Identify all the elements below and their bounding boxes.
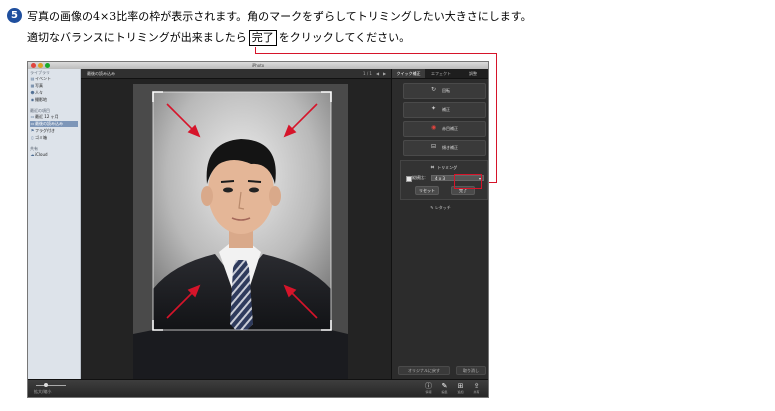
instruction-line-1: 写真の画像の4×3比率の枠が表示されます。角のマークをずらしてトリミングしたい大… <box>27 10 532 23</box>
retouch-button[interactable]: ✎ レタッチ <box>392 205 488 211</box>
crop-title-label: トリミング <box>437 165 458 170</box>
sidebar-item-places[interactable]: ◉撮影地 <box>30 97 78 103</box>
sidebar-item-flagged[interactable]: ⚑フラグ付き <box>30 128 78 134</box>
sidebar-item-faces[interactable]: ☻人々 <box>30 90 78 96</box>
sidebar-item-label: フラグ付き <box>35 128 55 133</box>
sidebar-item-label: 写真 <box>35 83 43 88</box>
title-bar: iPhoto <box>28 62 488 69</box>
straighten-label: 傾き補正 <box>442 145 458 150</box>
crop-section-title: ⌗ トリミング <box>401 164 487 172</box>
edit-icon: ✎ <box>441 382 448 390</box>
sidebar-item-trash[interactable]: ▯ゴミ箱 <box>30 135 78 141</box>
sidebar-item-label: 最近 12 ヶ月 <box>35 114 59 119</box>
rotate-button[interactable]: ↻ 回転 <box>403 83 486 99</box>
constrain-label: 縦横比： <box>412 175 428 180</box>
red-eye-icon: ◉ <box>431 124 437 131</box>
sidebar-item-label: 人々 <box>35 90 43 95</box>
red-eye-label: 赤目補正 <box>442 126 458 131</box>
edit-panel: クイック補正 エフェクト 調整 ↻ 回転 ✦ 補正 ◉ 赤目補正 ⊟ 傾き補正 ⌗ トリミ… <box>391 69 488 379</box>
tab-adjust[interactable]: 調整 <box>457 69 488 78</box>
tab-effects[interactable]: エフェクト <box>425 69 457 78</box>
previous-photo-button[interactable]: ◀ <box>376 69 379 78</box>
share-icon: ⇪ <box>473 382 480 390</box>
zoom-slider-knob[interactable] <box>44 383 48 387</box>
enhance-label: 補正 <box>442 107 450 112</box>
sidebar-item-last-import[interactable]: ▭最後の読み込み <box>30 121 78 127</box>
window-title: iPhoto <box>251 63 265 68</box>
share-label: 共有 <box>473 390 480 394</box>
zoom-label: 拡大/縮小 <box>34 389 52 394</box>
step-number-badge: 5 <box>7 8 22 23</box>
straighten-button[interactable]: ⊟ 傾き補正 <box>403 140 486 156</box>
info-button[interactable]: ⓘ 情報 <box>421 382 436 396</box>
viewer-title: 最後の読み込み <box>87 71 115 76</box>
add-icon: ⊞ <box>457 382 464 390</box>
add-label: 追加 <box>457 390 464 394</box>
reset-button[interactable]: リセット <box>415 186 439 195</box>
iphoto-window: iPhoto ライブラリ ▤イベント ▦写真 ☻人々 ◉撮影地 最近の項目 ▭最… <box>27 61 489 398</box>
sidebar-item-label: ゴミ箱 <box>35 135 47 140</box>
sidebar: ライブラリ ▤イベント ▦写真 ☻人々 ◉撮影地 最近の項目 ▭最近 12 ヶ月… <box>28 69 81 379</box>
photo-canvas <box>133 84 348 379</box>
callout-line <box>496 53 497 182</box>
edit-tabs: クイック補正 エフェクト 調整 <box>392 69 488 79</box>
sidebar-item-label: 最後の読み込み <box>35 121 63 126</box>
instruction-line-2: 適切なバランスにトリミングが出来ましたら 完了 をクリックしてください。 <box>27 29 410 46</box>
sidebar-item-label: iCloud <box>35 152 48 157</box>
sidebar-item-photos[interactable]: ▦写真 <box>30 83 78 89</box>
tab-quick-fixes[interactable]: クイック補正 <box>392 69 425 78</box>
sidebar-item-icloud[interactable]: ☁iCloud <box>30 152 78 158</box>
page-indicator: 1 / 1 <box>363 71 372 76</box>
sidebar-item-label: イベント <box>35 76 51 81</box>
red-eye-button[interactable]: ◉ 赤目補正 <box>403 121 486 137</box>
crop-region[interactable] <box>153 92 331 336</box>
edit-label: 編集 <box>441 390 448 394</box>
crop-icon: ⌗ <box>430 164 435 171</box>
bottom-toolbar: 拡大/縮小 ⓘ 情報 ✎ 編集 ⊞ 追加 ⇪ 共有 <box>28 379 488 397</box>
aspect-ratio-value: 4 x 3 <box>435 176 445 181</box>
sidebar-item-label: 撮影地 <box>35 97 47 102</box>
photo-viewer: 最後の読み込み 1 / 1 ◀ ▶ <box>81 69 391 379</box>
straighten-icon: ⊟ <box>431 143 437 150</box>
enhance-icon: ✦ <box>431 105 437 112</box>
zoom-slider[interactable] <box>36 385 66 386</box>
next-photo-button[interactable]: ▶ <box>383 69 386 78</box>
retouch-label: レタッチ <box>434 205 451 210</box>
rotate-icon: ↻ <box>431 86 437 93</box>
info-icon: ⓘ <box>425 382 432 390</box>
instruction-line-2-end: をクリックしてください。 <box>278 31 411 44</box>
info-label: 情報 <box>425 390 432 394</box>
done-highlight-label: 完了 <box>248 30 277 46</box>
viewer-header: 最後の読み込み 1 / 1 ◀ ▶ <box>81 69 391 79</box>
done-button-highlight <box>454 174 482 189</box>
revert-to-original-button[interactable]: オリジナルに戻す <box>398 366 450 375</box>
rotate-label: 回転 <box>442 88 450 93</box>
enhance-button[interactable]: ✦ 補正 <box>403 102 486 118</box>
instruction-line-2-start: 適切なバランスにトリミングが出来ましたら <box>27 31 247 44</box>
callout-line <box>255 53 496 54</box>
add-to-button[interactable]: ⊞ 追加 <box>453 382 468 396</box>
portrait-photo <box>133 84 348 379</box>
sidebar-item-last-12-months[interactable]: ▭最近 12 ヶ月 <box>30 114 78 120</box>
sidebar-item-events[interactable]: ▤イベント <box>30 76 78 82</box>
undo-button[interactable]: 取り消し <box>456 366 486 375</box>
share-button[interactable]: ⇪ 共有 <box>469 382 484 396</box>
edit-button[interactable]: ✎ 編集 <box>437 382 452 396</box>
